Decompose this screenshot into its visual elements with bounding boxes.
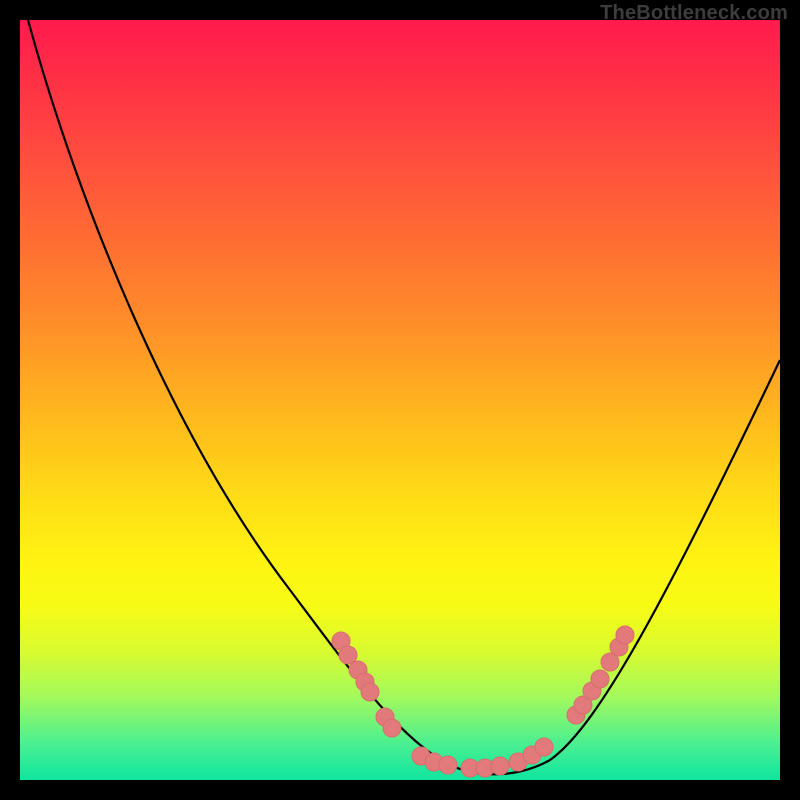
data-marker bbox=[591, 670, 609, 688]
data-marker bbox=[535, 738, 553, 756]
data-marker bbox=[361, 683, 379, 701]
data-marker bbox=[491, 757, 509, 775]
plot-area bbox=[20, 20, 780, 780]
chart-frame: TheBottleneck.com bbox=[0, 0, 800, 800]
curve-line bbox=[28, 20, 780, 774]
data-marker bbox=[439, 756, 457, 774]
chart-svg bbox=[20, 20, 780, 780]
data-marker bbox=[383, 719, 401, 737]
data-marker bbox=[616, 626, 634, 644]
watermark-text: TheBottleneck.com bbox=[600, 2, 788, 25]
